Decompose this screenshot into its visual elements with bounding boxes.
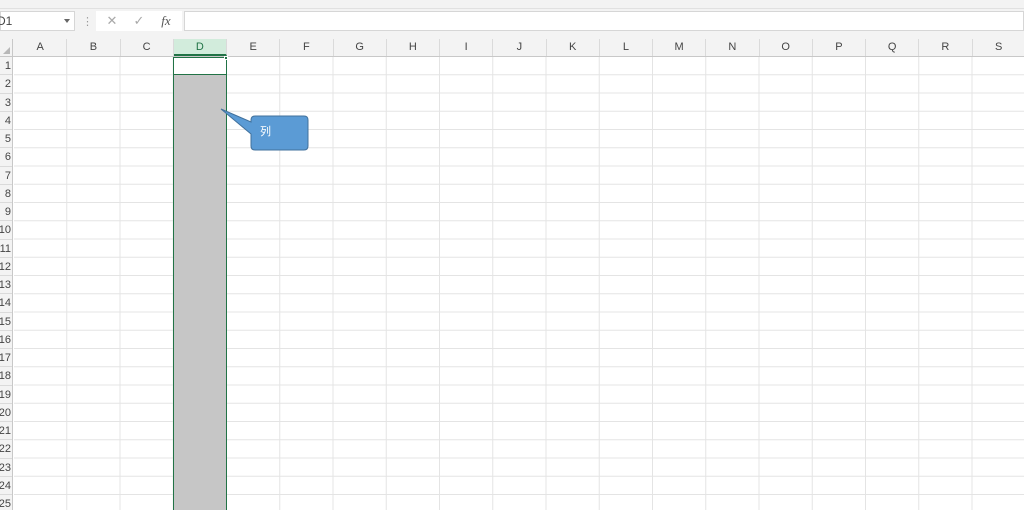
column-header-a[interactable]: A — [14, 39, 68, 56]
row-number: 16 — [0, 333, 11, 346]
column-header-c[interactable]: C — [121, 39, 174, 56]
column-header-b[interactable]: B — [67, 39, 121, 56]
row-header-25[interactable]: 25 — [0, 495, 12, 510]
row-number: 12 — [0, 260, 11, 273]
row-number: 9 — [4, 206, 11, 218]
drag-handle-icon[interactable]: ⋮ — [82, 16, 93, 28]
row-header-18[interactable]: 18 — [0, 367, 12, 386]
row-number: 4 — [4, 114, 11, 127]
row-header-3[interactable]: 3 — [0, 94, 12, 112]
cell-grid[interactable] — [14, 57, 1024, 510]
row-header-8[interactable]: 8 — [0, 185, 12, 203]
row-number: 18 — [0, 370, 11, 383]
row-number: 17 — [0, 352, 11, 364]
column-header-e[interactable]: E — [227, 39, 281, 56]
callout-label: 列 — [260, 125, 271, 138]
active-cell-d1[interactable] — [173, 57, 227, 75]
column-d-selection[interactable] — [173, 57, 227, 510]
column-header-m[interactable]: M — [653, 39, 707, 56]
row-number: 23 — [0, 461, 11, 474]
row-number: 13 — [0, 279, 11, 291]
row-header-19[interactable]: 19 — [0, 386, 12, 404]
row-number: 20 — [0, 406, 11, 419]
row-number: 21 — [0, 425, 11, 437]
row-number: 25 — [0, 498, 11, 510]
row-number: 19 — [0, 388, 11, 401]
row-header-4[interactable]: 4 — [0, 112, 12, 130]
callout-shape[interactable]: 列 — [220, 108, 311, 154]
row-number: 5 — [4, 133, 11, 145]
fill-handle[interactable] — [224, 56, 228, 60]
row-header-21[interactable]: 21 — [0, 422, 12, 441]
row-header-23[interactable]: 23 — [0, 459, 12, 477]
insert-function-icon[interactable]: fx — [154, 11, 178, 31]
row-header-14[interactable]: 14 — [0, 294, 12, 313]
cancel-icon[interactable]: ✕ — [100, 11, 124, 31]
row-number: 22 — [0, 443, 11, 456]
confirm-icon[interactable]: ✓ — [127, 11, 151, 31]
row-number: 14 — [0, 297, 11, 310]
column-header-s[interactable]: S — [973, 39, 1024, 56]
column-header-j[interactable]: J — [493, 39, 547, 56]
row-number: 24 — [0, 479, 11, 492]
column-header-f[interactable]: F — [280, 39, 334, 56]
row-header-11[interactable]: 11 — [0, 240, 12, 258]
row-number: 7 — [4, 169, 11, 182]
row-number: 10 — [0, 224, 11, 237]
formula-buttons: ✕ ✓ fx — [96, 11, 182, 31]
chevron-down-icon[interactable] — [64, 19, 70, 23]
row-number: 15 — [0, 315, 11, 328]
row-header-22[interactable]: 22 — [0, 440, 12, 459]
column-header-k[interactable]: K — [547, 39, 600, 56]
row-header-15[interactable]: 15 — [0, 313, 12, 331]
row-header-20[interactable]: 20 — [0, 404, 12, 422]
row-header-7[interactable]: 7 — [0, 167, 12, 185]
row-header-10[interactable]: 10 — [0, 221, 12, 240]
row-number: 6 — [4, 151, 11, 164]
row-number: 2 — [4, 78, 11, 91]
row-header-1[interactable]: 1 — [0, 57, 12, 76]
row-number: 1 — [4, 60, 11, 72]
select-all-button[interactable] — [0, 39, 13, 56]
row-number: 8 — [4, 187, 11, 200]
row-header-5[interactable]: 5 — [0, 130, 12, 149]
column-header-g[interactable]: G — [334, 39, 387, 56]
formula-input[interactable] — [184, 11, 1024, 31]
row-header-13[interactable]: 13 — [0, 276, 12, 295]
column-header-o[interactable]: O — [760, 39, 813, 56]
row-headers: 1234567891011121314151617181920212223242… — [0, 57, 13, 510]
column-header-q[interactable]: Q — [866, 39, 920, 56]
row-header-17[interactable]: 17 — [0, 349, 12, 368]
ribbon-edge — [0, 0, 1024, 9]
row-header-2[interactable]: 2 — [0, 75, 12, 94]
column-header-d[interactable]: D — [173, 39, 227, 56]
formula-bar: D1 ⋮ ✕ ✓ fx — [0, 9, 1024, 33]
select-all-icon — [3, 47, 10, 54]
row-number: 3 — [4, 96, 11, 109]
row-header-12[interactable]: 12 — [0, 258, 12, 276]
row-header-6[interactable]: 6 — [0, 148, 12, 167]
row-header-24[interactable]: 24 — [0, 477, 12, 495]
name-box[interactable]: D1 — [0, 11, 75, 31]
name-box-value: D1 — [0, 14, 13, 28]
row-header-16[interactable]: 16 — [0, 331, 12, 349]
column-header-n[interactable]: N — [706, 39, 760, 56]
column-header-r[interactable]: R — [919, 39, 973, 56]
column-header-p[interactable]: P — [813, 39, 866, 56]
column-headers: ABCDEFGHIJKLMNOPQRS — [0, 39, 1024, 57]
column-header-h[interactable]: H — [387, 39, 440, 56]
row-number: 11 — [0, 242, 11, 255]
column-header-l[interactable]: L — [600, 39, 653, 56]
column-header-i[interactable]: I — [440, 39, 494, 56]
row-header-9[interactable]: 9 — [0, 203, 12, 222]
